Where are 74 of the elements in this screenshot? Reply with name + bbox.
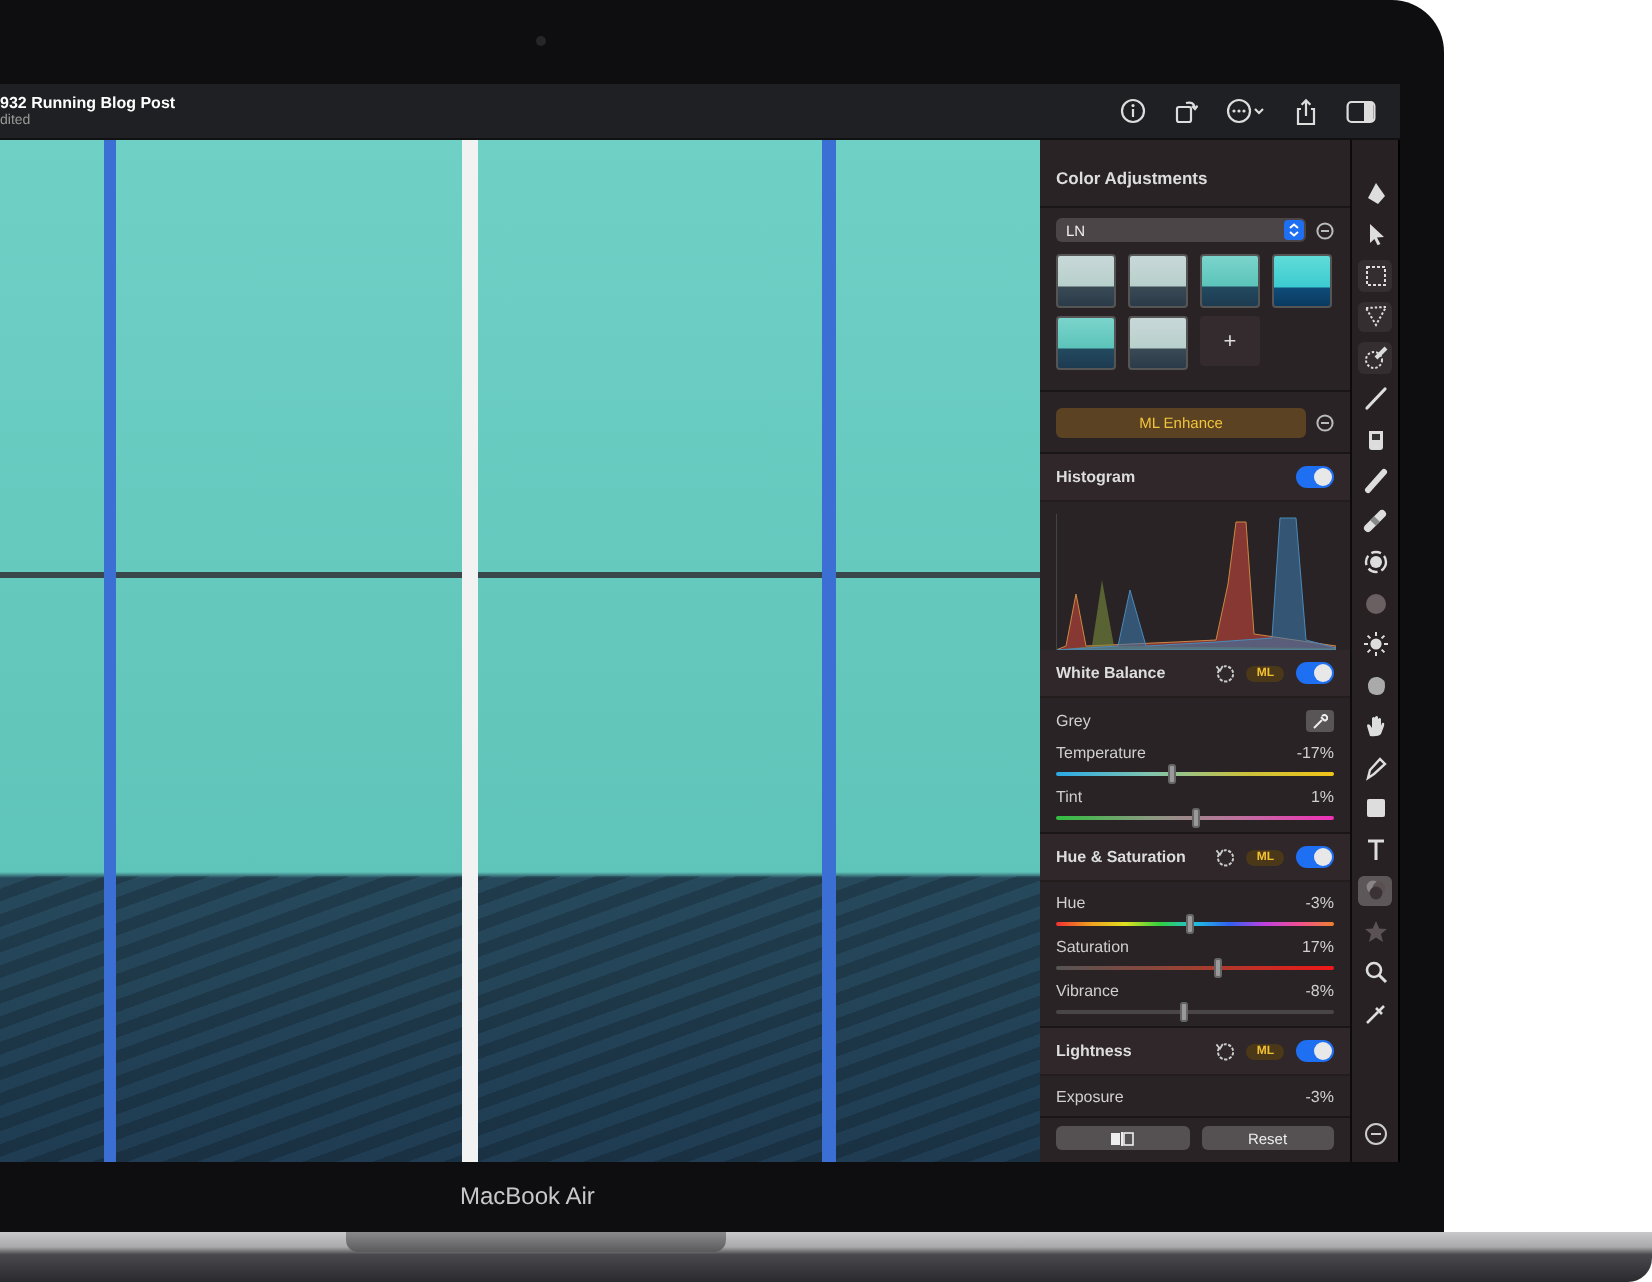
rotate-icon[interactable] <box>1174 98 1198 124</box>
minus-circle-icon[interactable] <box>1316 414 1334 432</box>
slider-thumb[interactable] <box>1168 764 1177 784</box>
minus-circle-icon[interactable] <box>1316 221 1334 239</box>
section-title: Lightness <box>1056 1042 1132 1060</box>
reset-icon[interactable] <box>1214 847 1235 867</box>
blur-icon <box>1361 589 1389 618</box>
section-title: Hue & Saturation <box>1056 848 1186 866</box>
pencil-icon <box>1361 466 1389 495</box>
tool-button[interactable] <box>1358 260 1392 291</box>
tool-button[interactable] <box>1358 629 1392 660</box>
eyedropper-icon <box>1361 999 1389 1028</box>
more-icon[interactable] <box>1226 98 1266 124</box>
setting-label: Hue <box>1056 894 1086 912</box>
toggle-switch[interactable] <box>1296 1040 1334 1062</box>
toggle-switch[interactable] <box>1296 662 1334 684</box>
add-preset-button[interactable]: + <box>1200 316 1260 366</box>
stepper-icon <box>1284 220 1304 240</box>
section-title: Histogram <box>1056 468 1136 486</box>
reset-icon[interactable] <box>1214 1041 1235 1061</box>
setting-label: Grey <box>1056 712 1091 730</box>
preset-thumbnail[interactable] <box>1200 254 1260 308</box>
setting-label: Tint <box>1056 788 1083 806</box>
setting-value: -3% <box>1305 1088 1334 1106</box>
hand-icon <box>1361 712 1389 741</box>
brush-icon <box>1361 384 1389 413</box>
setting-value: 17% <box>1301 938 1334 956</box>
setting-label: Saturation <box>1056 938 1129 956</box>
eraser-icon <box>1361 507 1389 536</box>
preset-thumbnail[interactable] <box>1056 254 1116 308</box>
minus-circle-icon <box>1361 1120 1389 1149</box>
toggle-switch[interactable] <box>1296 466 1334 488</box>
setting-label: Temperature <box>1056 744 1146 762</box>
setting-value: -3% <box>1305 894 1334 912</box>
brush-selection-icon <box>1361 343 1389 372</box>
square-icon <box>1361 794 1389 823</box>
setting-label: Vibrance <box>1056 982 1119 1000</box>
device-label: MacBook Air <box>458 1180 595 1210</box>
sidebar-icon[interactable] <box>1346 99 1376 123</box>
tool-button[interactable] <box>1358 506 1392 537</box>
tool-button[interactable] <box>1358 342 1392 373</box>
setting-value: -17% <box>1296 744 1334 762</box>
compare-button[interactable] <box>1056 1126 1189 1150</box>
eyedropper-icon <box>1312 713 1328 729</box>
tool-button[interactable] <box>1358 301 1392 332</box>
slider-thumb[interactable] <box>1186 914 1195 934</box>
sun-icon <box>1361 630 1389 659</box>
share-icon[interactable] <box>1294 97 1318 125</box>
reset-icon[interactable] <box>1214 663 1235 683</box>
setting-value: -8% <box>1305 982 1334 1000</box>
preset-thumbnail[interactable] <box>1128 254 1188 308</box>
setting-label: Exposure <box>1056 1088 1124 1106</box>
clone-stamp-icon <box>1361 548 1389 577</box>
camera-icon <box>536 36 546 46</box>
slider-thumb[interactable] <box>1214 958 1223 978</box>
preset-thumbnail[interactable] <box>1128 316 1188 370</box>
panel-title: Color Adjustments <box>1040 140 1350 208</box>
info-icon[interactable] <box>1120 98 1146 124</box>
slider-thumb[interactable] <box>1192 808 1201 828</box>
eyedropper-button[interactable] <box>1306 710 1334 732</box>
document-title: 932 Running Blog Post <box>0 94 176 112</box>
color-adjustments-icon <box>1361 876 1389 905</box>
setting-value: 1% <box>1310 788 1334 806</box>
star-icon <box>1361 917 1389 946</box>
search-icon <box>1361 958 1389 987</box>
lasso-icon <box>1361 302 1389 331</box>
toggle-switch[interactable] <box>1296 846 1334 868</box>
preset-thumbnail[interactable] <box>1056 316 1116 370</box>
split-view-icon <box>1110 1131 1135 1145</box>
dashed-square-icon <box>1361 261 1389 290</box>
section-title: White Balance <box>1056 664 1166 682</box>
preset-thumbnail[interactable] <box>1272 254 1332 308</box>
slider-thumb[interactable] <box>1179 1002 1188 1022</box>
pen-icon <box>1361 753 1389 782</box>
